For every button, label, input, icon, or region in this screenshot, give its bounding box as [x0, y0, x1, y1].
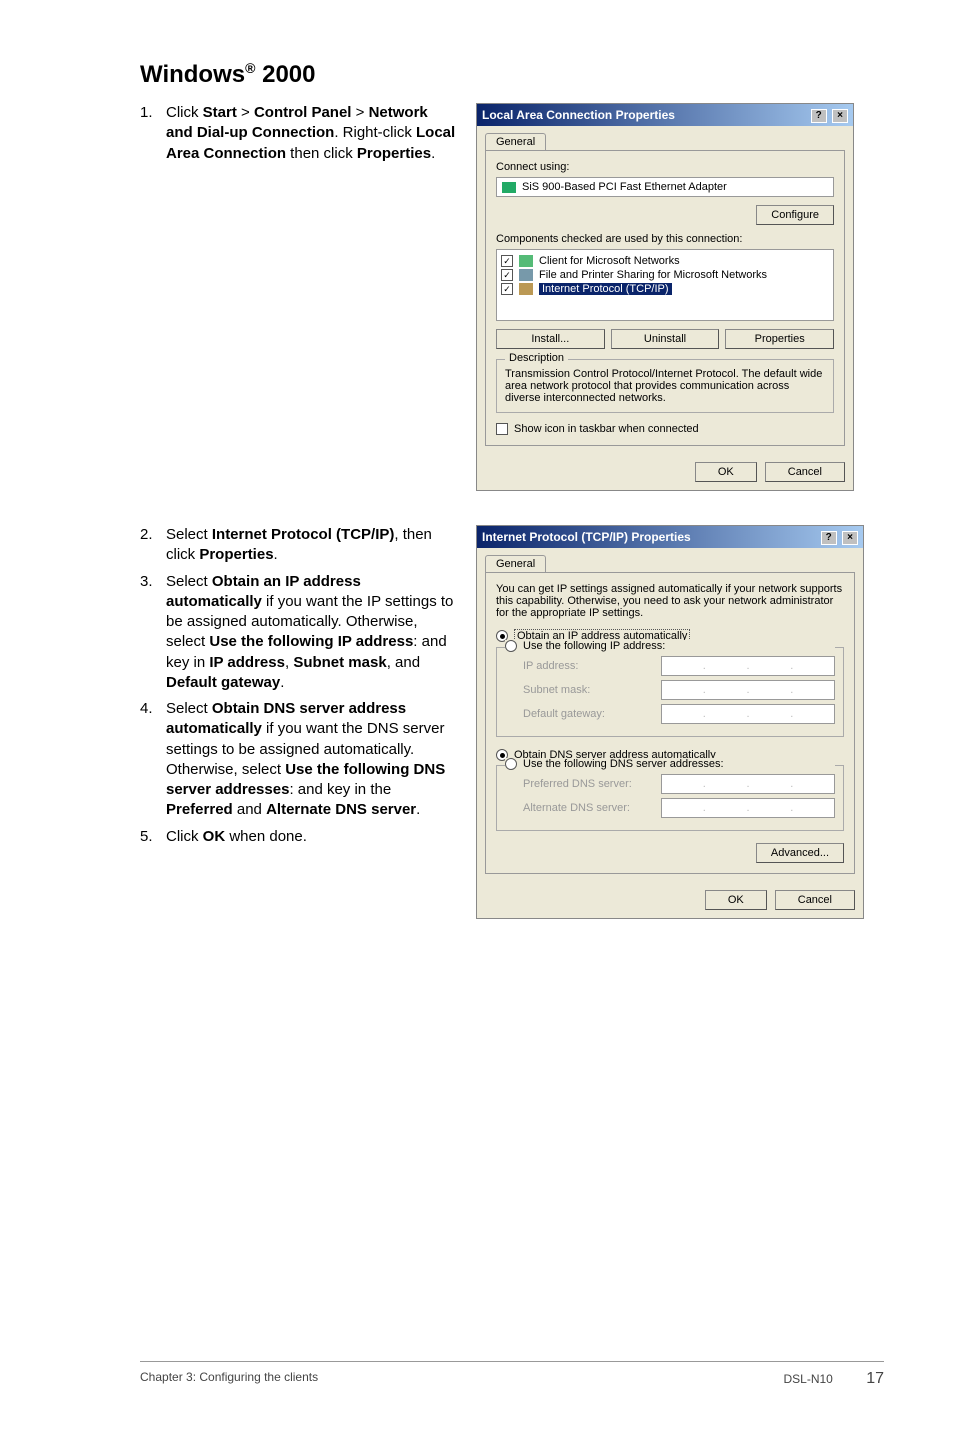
- radio-use-dns[interactable]: Use the following DNS server addresses:: [505, 758, 835, 770]
- footer-right: DSL-N10 17: [784, 1370, 885, 1388]
- share-icon: [519, 269, 533, 281]
- tab-general[interactable]: General: [485, 133, 546, 150]
- show-icon-label: Show icon in taskbar when connected: [514, 423, 699, 435]
- ip-input[interactable]: ...: [661, 656, 835, 676]
- adns-input[interactable]: ...: [661, 798, 835, 818]
- client-icon: [519, 255, 533, 267]
- tab-general[interactable]: General: [485, 555, 546, 572]
- step-body: Select Internet Protocol (TCP/IP), then …: [166, 525, 458, 566]
- adapter-field: SiS 900-Based PCI Fast Ethernet Adapter: [496, 177, 834, 197]
- dialog-tcpip-properties: Internet Protocol (TCP/IP) Properties ? …: [476, 525, 864, 919]
- components-list[interactable]: ✓ Client for Microsoft Networks ✓ File a…: [496, 249, 834, 321]
- step-5: 5. Click OK when done.: [140, 827, 458, 847]
- step-body: Select Obtain DNS server address automat…: [166, 699, 458, 821]
- advanced-button[interactable]: Advanced...: [756, 843, 844, 863]
- ok-button[interactable]: OK: [705, 890, 767, 910]
- heading-pre: Windows: [140, 61, 245, 88]
- heading-sup: ®: [245, 60, 255, 76]
- uninstall-button[interactable]: Uninstall: [611, 329, 720, 349]
- description-text: Transmission Control Protocol/Internet P…: [505, 368, 825, 404]
- pdns-input[interactable]: ...: [661, 774, 835, 794]
- gateway-input[interactable]: ...: [661, 704, 835, 724]
- network-card-icon: [502, 182, 516, 193]
- install-button[interactable]: Install...: [496, 329, 605, 349]
- properties-button[interactable]: Properties: [725, 329, 834, 349]
- help-icon[interactable]: ?: [811, 109, 827, 123]
- group-ip: Use the following IP address: IP address…: [496, 647, 844, 737]
- step-num: 2.: [140, 525, 166, 566]
- heading-post: 2000: [255, 61, 315, 88]
- titlebar: Local Area Connection Properties ? ×: [477, 104, 853, 126]
- dialog-lan-properties: Local Area Connection Properties ? × Gen…: [476, 103, 854, 491]
- footer-chapter: Chapter 3: Configuring the clients: [140, 1370, 318, 1388]
- list-item[interactable]: ✓ Client for Microsoft Networks: [501, 254, 829, 268]
- step-num: 4.: [140, 699, 166, 821]
- cancel-button[interactable]: Cancel: [775, 890, 855, 910]
- heading: Windows® 2000: [140, 60, 884, 89]
- step-body: Select Obtain an IP address automaticall…: [166, 572, 458, 694]
- step-4: 4. Select Obtain DNS server address auto…: [140, 699, 458, 821]
- list-item[interactable]: ✓ File and Printer Sharing for Microsoft…: [501, 268, 829, 282]
- step-1: 1. Click Start > Control Panel > Network…: [140, 103, 458, 164]
- label-pdns: Preferred DNS server:: [523, 778, 661, 790]
- step-2: 2. Select Internet Protocol (TCP/IP), th…: [140, 525, 458, 566]
- radio-icon[interactable]: [505, 758, 517, 770]
- page-footer: Chapter 3: Configuring the clients DSL-N…: [140, 1361, 884, 1388]
- step-body: Click OK when done.: [166, 827, 458, 847]
- selected-item: Internet Protocol (TCP/IP): [539, 283, 672, 295]
- label-adns: Alternate DNS server:: [523, 802, 661, 814]
- titlebar: Internet Protocol (TCP/IP) Properties ? …: [477, 526, 863, 548]
- radio-use-ip[interactable]: Use the following IP address:: [505, 640, 835, 652]
- step-num: 1.: [140, 103, 166, 164]
- dialog-title: Internet Protocol (TCP/IP) Properties: [482, 530, 691, 544]
- checkbox-icon[interactable]: ✓: [501, 269, 513, 281]
- group-title: Description: [505, 352, 568, 364]
- radio-icon[interactable]: [505, 640, 517, 652]
- checkbox-icon[interactable]: [496, 423, 508, 435]
- help-icon[interactable]: ?: [821, 531, 837, 545]
- step-body: Click Start > Control Panel > Network an…: [166, 103, 458, 164]
- intro-text: You can get IP settings assigned automat…: [496, 583, 844, 619]
- checkbox-icon[interactable]: ✓: [501, 255, 513, 267]
- dialog-title: Local Area Connection Properties: [482, 108, 675, 122]
- cancel-button[interactable]: Cancel: [765, 462, 845, 482]
- label-connect-using: Connect using:: [496, 161, 834, 173]
- configure-button[interactable]: Configure: [756, 205, 834, 225]
- adapter-name: SiS 900-Based PCI Fast Ethernet Adapter: [522, 181, 727, 193]
- step-3: 3. Select Obtain an IP address automatic…: [140, 572, 458, 694]
- label-gateway: Default gateway:: [523, 708, 661, 720]
- label-ip: IP address:: [523, 660, 661, 672]
- mask-input[interactable]: ...: [661, 680, 835, 700]
- close-icon[interactable]: ×: [842, 531, 858, 545]
- description-group: Description Transmission Control Protoco…: [496, 359, 834, 413]
- list-item[interactable]: ✓ Internet Protocol (TCP/IP): [501, 282, 829, 296]
- ok-button[interactable]: OK: [695, 462, 757, 482]
- checkbox-icon[interactable]: ✓: [501, 283, 513, 295]
- close-icon[interactable]: ×: [832, 109, 848, 123]
- step-num: 3.: [140, 572, 166, 694]
- step-num: 5.: [140, 827, 166, 847]
- label-mask: Subnet mask:: [523, 684, 661, 696]
- label-components: Components checked are used by this conn…: [496, 233, 834, 245]
- group-dns: Use the following DNS server addresses: …: [496, 765, 844, 831]
- protocol-icon: [519, 283, 533, 295]
